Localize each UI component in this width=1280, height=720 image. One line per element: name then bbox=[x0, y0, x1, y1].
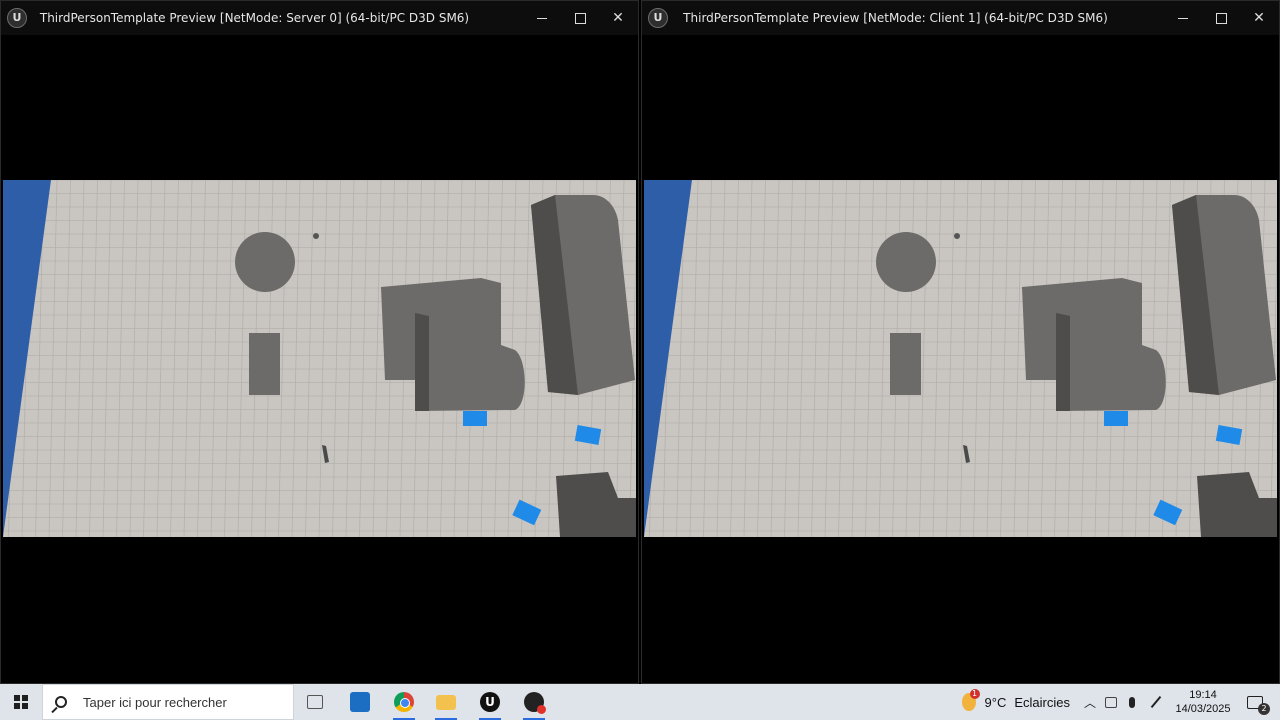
clock-date: 14/03/2025 bbox=[1175, 703, 1231, 715]
minimize-button[interactable] bbox=[1165, 1, 1201, 35]
close-button[interactable]: ✕ bbox=[1241, 1, 1277, 35]
weather-widget[interactable]: 1 9°C Eclaircies bbox=[958, 684, 1070, 720]
cylinder-platform bbox=[235, 232, 295, 292]
level-scene bbox=[644, 180, 1277, 537]
weather-condition: Eclaircies bbox=[1014, 694, 1070, 710]
windows-logo-icon bbox=[14, 695, 28, 709]
task-view-icon bbox=[307, 695, 323, 709]
notification-icon: 2 bbox=[1247, 695, 1270, 715]
chrome-taskbar-button[interactable] bbox=[386, 684, 422, 720]
outlook-icon bbox=[350, 692, 370, 712]
chevron-up-icon: ︿ bbox=[1083, 695, 1096, 710]
blue-cube bbox=[1104, 411, 1128, 426]
weather-icon: 1 bbox=[962, 689, 980, 711]
weather-temperature: 9°C bbox=[984, 694, 1007, 710]
close-button[interactable]: ✕ bbox=[600, 1, 636, 35]
system-clock[interactable]: 19:14 14/03/2025 bbox=[1168, 684, 1238, 720]
search-icon bbox=[55, 696, 67, 708]
microphone-icon bbox=[1129, 696, 1135, 708]
camera-icon bbox=[1105, 696, 1117, 708]
start-button[interactable] bbox=[0, 684, 42, 720]
game-viewport[interactable] bbox=[644, 180, 1277, 537]
pen-menu-button[interactable] bbox=[1145, 684, 1167, 720]
obs-icon bbox=[524, 692, 546, 714]
maximize-button[interactable] bbox=[562, 1, 598, 35]
meet-now-button[interactable] bbox=[1100, 684, 1122, 720]
notification-center-button[interactable]: 2 bbox=[1238, 684, 1272, 720]
windows-taskbar: Taper ici pour rechercher U 1 9°C Eclair… bbox=[0, 684, 1280, 720]
clock-time: 19:14 bbox=[1189, 689, 1217, 701]
player-character bbox=[313, 233, 319, 239]
player-character bbox=[954, 233, 960, 239]
unreal-engine-icon: U bbox=[480, 692, 500, 712]
search-placeholder: Taper ici pour rechercher bbox=[83, 694, 227, 710]
level-scene bbox=[3, 180, 636, 537]
microphone-button[interactable] bbox=[1121, 684, 1143, 720]
game-viewport[interactable] bbox=[3, 180, 636, 537]
task-view-button[interactable] bbox=[297, 684, 333, 720]
file-explorer-taskbar-button[interactable] bbox=[428, 684, 464, 720]
folder-icon bbox=[436, 694, 456, 710]
show-hidden-icons-button[interactable]: ︿ bbox=[1079, 684, 1101, 720]
weather-badge: 1 bbox=[969, 689, 980, 699]
window-title: ThirdPersonTemplate Preview [NetMode: Se… bbox=[39, 11, 470, 25]
chrome-icon bbox=[394, 692, 414, 712]
minimize-button[interactable] bbox=[524, 1, 560, 35]
pillar-block bbox=[890, 333, 921, 395]
cylinder-platform bbox=[876, 232, 936, 292]
obs-taskbar-button[interactable] bbox=[516, 684, 552, 720]
server-window[interactable]: ThirdPersonTemplate Preview [NetMode: Se… bbox=[0, 0, 639, 684]
client-window[interactable]: ThirdPersonTemplate Preview [NetMode: Cl… bbox=[641, 0, 1280, 684]
block-shadow bbox=[415, 313, 429, 411]
unreal-engine-taskbar-button[interactable]: U bbox=[472, 684, 508, 720]
client-title-bar[interactable]: ThirdPersonTemplate Preview [NetMode: Cl… bbox=[642, 1, 1279, 35]
maximize-button[interactable] bbox=[1203, 1, 1239, 35]
block-shadow bbox=[1056, 313, 1070, 411]
search-box[interactable]: Taper ici pour rechercher bbox=[42, 684, 294, 720]
server-title-bar[interactable]: ThirdPersonTemplate Preview [NetMode: Se… bbox=[1, 1, 638, 35]
outlook-taskbar-button[interactable] bbox=[342, 684, 378, 720]
window-title: ThirdPersonTemplate Preview [NetMode: Cl… bbox=[683, 11, 1108, 25]
notification-count: 2 bbox=[1258, 702, 1270, 715]
pillar-block bbox=[249, 333, 280, 395]
pen-icon bbox=[1150, 695, 1162, 709]
blue-cube bbox=[463, 411, 487, 426]
